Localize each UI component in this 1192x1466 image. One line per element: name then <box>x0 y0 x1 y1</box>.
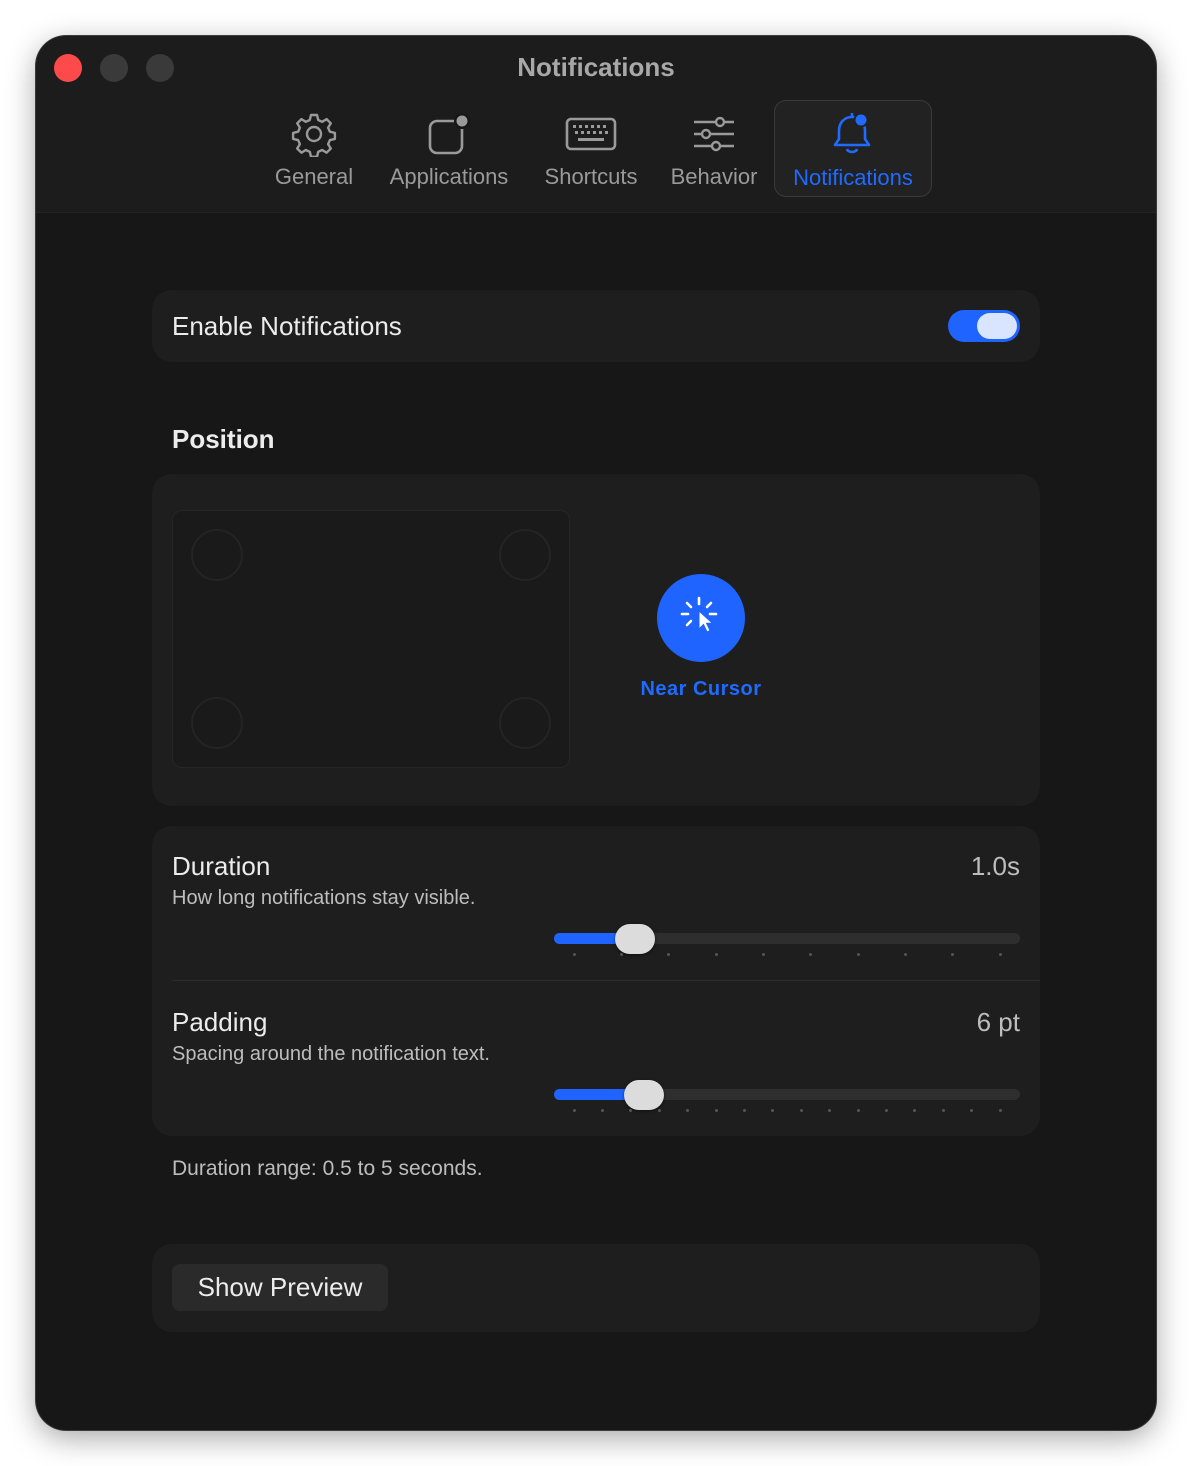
slider-tick <box>799 1109 803 1112</box>
settings-window: Notifications General Applications Short… <box>36 36 1156 1430</box>
slider-tick <box>970 1109 974 1112</box>
tab-applications[interactable]: Applications <box>382 100 516 195</box>
slider-tick <box>884 1109 888 1112</box>
cursor-click-icon <box>679 594 723 643</box>
slider-tick <box>809 953 813 956</box>
duration-padding-card: Duration 1.0s How long notifications sta… <box>152 826 1040 1136</box>
slider-tick <box>828 1109 832 1112</box>
duration-range-note: Duration range: 0.5 to 5 seconds. <box>172 1157 483 1180</box>
app-badge-icon <box>426 108 472 160</box>
tab-applications-label: Applications <box>389 164 509 189</box>
keyboard-icon <box>565 108 617 160</box>
tab-behavior[interactable]: Behavior <box>666 100 762 195</box>
enable-notifications-toggle[interactable] <box>948 310 1020 342</box>
tab-behavior-label: Behavior <box>670 164 758 189</box>
titlebar: Notifications General Applications Short… <box>36 36 1156 213</box>
slider-tick <box>998 953 1002 956</box>
divider <box>172 980 1040 981</box>
slider-thumb[interactable] <box>624 1080 665 1110</box>
near-cursor-label: Near Cursor <box>640 678 762 700</box>
duration-description: How long notifications stay visible. <box>172 887 476 909</box>
slider-tick <box>572 953 576 956</box>
slider-tick <box>903 953 907 956</box>
tab-notifications-label: Notifications <box>793 165 913 190</box>
slider-tick <box>686 1109 690 1112</box>
tab-shortcuts-label: Shortcuts <box>544 164 638 189</box>
position-section-title: Position <box>172 424 275 454</box>
gear-icon <box>291 108 337 160</box>
show-preview-button[interactable]: Show Preview <box>172 1264 388 1311</box>
sliders-icon <box>692 108 736 160</box>
slider-tick <box>572 1109 576 1112</box>
slider-tick <box>657 1109 661 1112</box>
slider-thumb[interactable] <box>614 924 655 954</box>
enable-notifications-label: Enable Notifications <box>172 311 402 341</box>
padding-value: 6 pt <box>976 1007 1020 1037</box>
tab-general-label: General <box>274 164 354 189</box>
duration-title: Duration <box>172 851 271 881</box>
tab-notifications[interactable]: Notifications <box>774 100 932 197</box>
position-card: Near Cursor <box>152 474 1040 806</box>
slider-tick <box>761 953 765 956</box>
toggle-knob <box>977 313 1017 339</box>
preview-card: Show Preview <box>152 1244 1040 1332</box>
slider-tick <box>951 953 955 956</box>
slider-tick <box>941 1109 945 1112</box>
enable-notifications-row: Enable Notifications <box>152 290 1040 362</box>
padding-description: Spacing around the notification text. <box>172 1043 490 1065</box>
slider-tick <box>714 953 718 956</box>
position-bottom-right-button[interactable] <box>499 697 551 749</box>
padding-title: Padding <box>172 1007 268 1037</box>
position-bottom-left-button[interactable] <box>191 697 243 749</box>
window-title: Notifications <box>517 52 675 82</box>
slider-tick <box>600 1109 604 1112</box>
slider-tick <box>913 1109 917 1112</box>
tab-general[interactable]: General <box>268 100 360 195</box>
slider-tick <box>667 953 671 956</box>
screen-position-grid <box>172 510 570 768</box>
tab-shortcuts[interactable]: Shortcuts <box>538 100 644 195</box>
slider-tick <box>856 953 860 956</box>
position-top-right-button[interactable] <box>499 529 551 581</box>
duration-value: 1.0s <box>970 851 1020 881</box>
near-cursor-button[interactable] <box>657 574 745 662</box>
slider-tick <box>771 1109 775 1112</box>
duration-slider[interactable] <box>554 924 1020 956</box>
slider-tick <box>856 1109 860 1112</box>
slider-tick <box>619 953 623 956</box>
slider-tick <box>714 1109 718 1112</box>
slider-tick <box>629 1109 633 1112</box>
slider-tick <box>742 1109 746 1112</box>
padding-slider[interactable] <box>554 1080 1020 1112</box>
slider-tick <box>998 1109 1002 1112</box>
position-top-left-button[interactable] <box>191 529 243 581</box>
bell-badge-icon <box>830 109 876 161</box>
